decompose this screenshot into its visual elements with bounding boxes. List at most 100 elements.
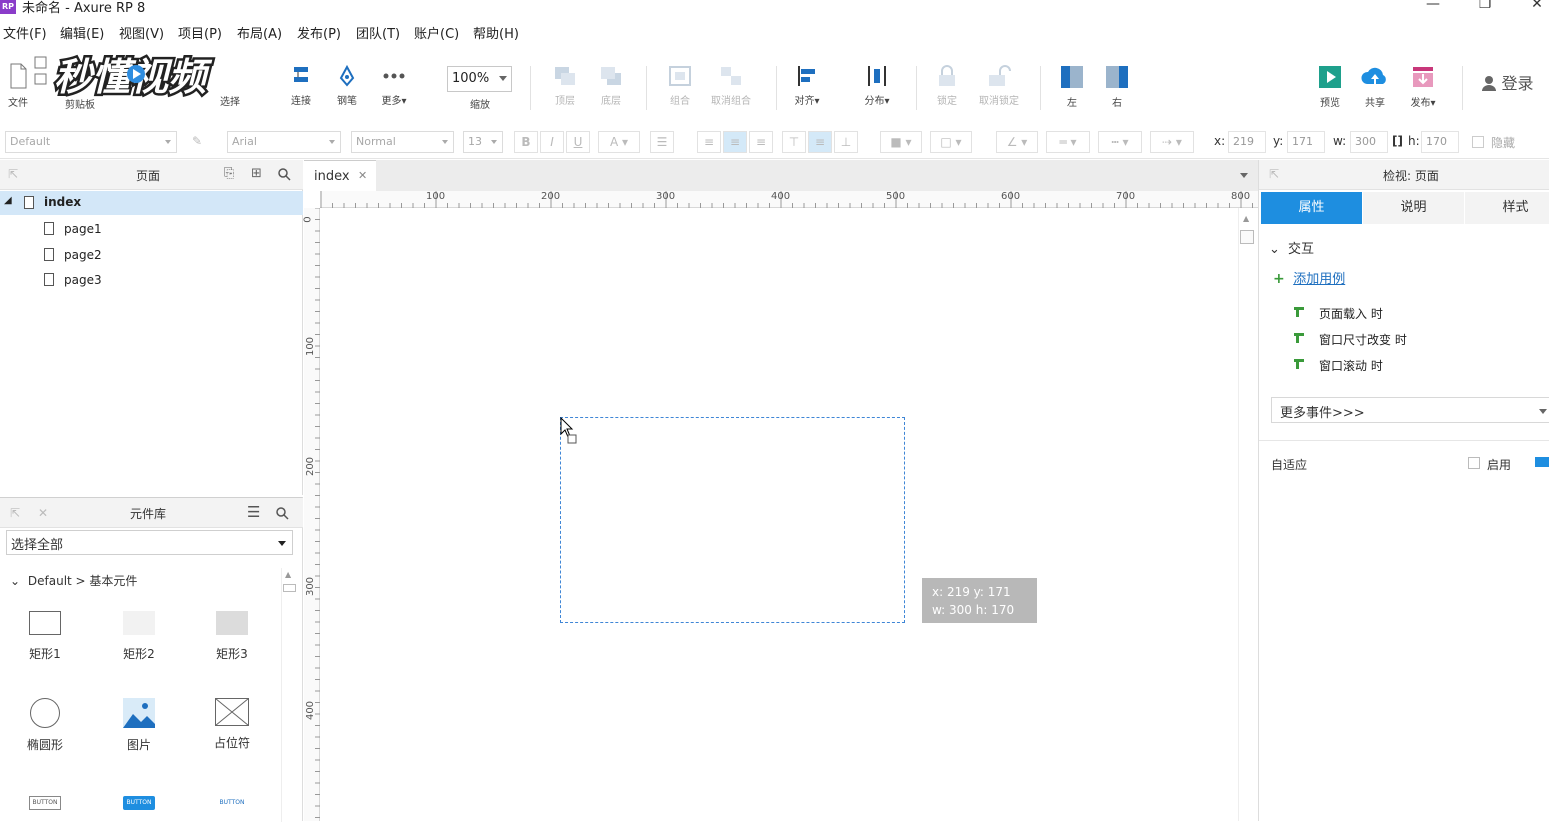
line-width-icon[interactable]: ═ ▾ — [1046, 131, 1090, 153]
zoom-select[interactable]: 100% — [447, 66, 512, 92]
menu-project[interactable]: 项目(P) — [178, 23, 222, 42]
valign-top-icon[interactable]: ⊤ — [782, 131, 806, 153]
fill-color-icon[interactable]: ■ ▾ — [880, 131, 922, 153]
close-tab-icon[interactable]: ✕ — [358, 169, 367, 182]
tab-notes[interactable]: 说明 — [1363, 192, 1464, 224]
align-text-right-icon[interactable]: ≡ — [749, 131, 773, 153]
scroll-up-icon[interactable]: ▲ — [1243, 214, 1249, 223]
menu-account[interactable]: 账户(C) — [414, 23, 459, 42]
arrow-style-icon[interactable]: ⇢ ▾ — [1150, 131, 1194, 153]
drawn-rectangle-widget[interactable] — [560, 417, 905, 623]
file-button[interactable]: 文件 — [6, 62, 30, 109]
close-icon[interactable]: ✕ — [1517, 0, 1549, 14]
widget-primary-button[interactable]: BUTTON — [104, 796, 174, 810]
adaptive-checkbox[interactable] — [1468, 457, 1480, 469]
restore-icon[interactable]: ❐ — [1465, 0, 1505, 14]
tab-properties[interactable]: 属性 — [1261, 192, 1362, 224]
scroll-thumb[interactable] — [1240, 230, 1254, 244]
menu-icon[interactable]: ☰ — [247, 503, 260, 521]
right-button[interactable]: 右 — [1101, 64, 1133, 109]
h-input[interactable]: 170 — [1421, 131, 1459, 153]
adaptive-settings-icon[interactable] — [1535, 457, 1549, 467]
menu-arrange[interactable]: 布局(A) — [237, 23, 282, 42]
send-to-back-button[interactable]: 底层 — [594, 64, 628, 107]
align-button[interactable]: 对齐▾ — [788, 64, 826, 107]
page-item-page1[interactable]: page1 — [0, 217, 303, 241]
shadow-icon[interactable]: □ ▾ — [930, 131, 972, 153]
share-button[interactable]: 共享 — [1359, 64, 1391, 109]
menu-file[interactable]: 文件(F) — [3, 23, 47, 42]
more-events-select[interactable]: 更多事件>>> — [1271, 397, 1549, 423]
collapse-triangle-icon[interactable]: ◢ — [4, 195, 12, 206]
publish-button[interactable]: 发布▾ — [1404, 64, 1442, 109]
add-page-icon[interactable]: ⎘ — [224, 166, 234, 181]
widget-ellipse[interactable]: 椭圆形 — [10, 698, 80, 753]
tab-style[interactable]: 样式 — [1465, 192, 1549, 224]
widget-button[interactable]: BUTTON — [10, 796, 80, 810]
lock-ratio-icon[interactable]: [] — [1392, 134, 1403, 148]
valign-middle-icon[interactable]: ≡ — [808, 131, 832, 153]
search-icon[interactable] — [278, 168, 291, 181]
connect-button[interactable]: 连接 — [286, 64, 316, 107]
underline-button[interactable]: U — [566, 131, 590, 153]
add-folder-icon[interactable]: ⊞ — [251, 166, 262, 181]
menu-publish[interactable]: 发布(P) — [297, 23, 341, 42]
distribute-button[interactable]: 分布▾ — [858, 64, 896, 107]
select-button[interactable]: 选择 — [200, 93, 260, 108]
canvas-scrollbar[interactable]: ▲ — [1238, 208, 1256, 821]
unlock-button[interactable]: 取消锁定 — [974, 64, 1024, 107]
close-icon[interactable]: ✕ — [38, 506, 48, 520]
align-text-left-icon[interactable]: ≡ — [697, 131, 721, 153]
add-case-link[interactable]: + 添加用例 — [1273, 268, 1345, 287]
w-input[interactable]: 300 — [1350, 131, 1388, 153]
library-filter-select[interactable]: 选择全部 — [6, 530, 293, 555]
tab-menu-chevron-icon[interactable] — [1240, 173, 1248, 178]
line-style-icon[interactable]: ┅ ▾ — [1098, 131, 1142, 153]
search-icon[interactable] — [276, 507, 289, 520]
widget-rectangle3[interactable]: 矩形3 — [197, 611, 267, 662]
scroll-thumb[interactable] — [283, 584, 296, 592]
interaction-section-header[interactable]: ⌄ 交互 — [1269, 238, 1314, 257]
font-color-button[interactable]: A ▾ — [598, 131, 640, 153]
page-item-page3[interactable]: page3 — [0, 268, 303, 292]
valign-bottom-icon[interactable]: ⊥ — [834, 131, 858, 153]
login-button[interactable]: 登录 — [1476, 70, 1540, 94]
x-input[interactable]: 219 — [1228, 131, 1266, 153]
menu-edit[interactable]: 编辑(E) — [60, 23, 104, 42]
style-select[interactable]: Default — [5, 131, 177, 153]
lock-button[interactable]: 锁定 — [930, 64, 964, 107]
page-item-index[interactable]: ◢ index — [0, 191, 303, 215]
library-group-header[interactable]: ⌄ Default > 基本元件 — [10, 572, 137, 589]
library-scrollbar[interactable]: ▲ — [281, 568, 297, 822]
design-canvas[interactable]: 100 200 300 400 500 600 700 800 0 100 20… — [303, 191, 1258, 821]
widget-placeholder[interactable]: 占位符 — [197, 698, 267, 751]
group-button[interactable]: 组合 — [663, 64, 697, 107]
bullet-list-icon[interactable]: ☰ — [650, 131, 674, 153]
event-window-resize[interactable]: 窗口尺寸改变 时 — [1294, 331, 1407, 348]
hidden-checkbox[interactable] — [1472, 136, 1484, 148]
save-icon[interactable] — [33, 56, 49, 89]
widget-link-button[interactable]: BUTTON — [197, 796, 267, 810]
menu-team[interactable]: 团队(T) — [356, 23, 400, 42]
font-size-select[interactable]: 13 — [463, 131, 503, 153]
event-window-scroll[interactable]: 窗口滚动 时 — [1294, 357, 1383, 374]
menu-help[interactable]: 帮助(H) — [473, 23, 519, 42]
minimize-icon[interactable]: — — [1413, 0, 1453, 14]
event-page-load[interactable]: 页面载入 时 — [1294, 305, 1383, 322]
collapse-icon[interactable]: ⇱ — [10, 506, 20, 520]
menu-view[interactable]: 视图(V) — [119, 23, 164, 42]
collapse-icon[interactable]: ⇱ — [8, 167, 18, 181]
bold-button[interactable]: B — [514, 131, 538, 153]
italic-button[interactable]: I — [540, 131, 564, 153]
collapse-icon[interactable]: ⇱ — [1269, 167, 1279, 181]
page-item-page2[interactable]: page2 — [0, 243, 303, 267]
widget-rectangle2[interactable]: 矩形2 — [104, 611, 174, 662]
line-color-icon[interactable]: ∠ ▾ — [996, 131, 1038, 153]
more-button[interactable]: 更多▾ — [376, 64, 412, 107]
tab-index[interactable]: index ✕ — [304, 160, 376, 191]
y-input[interactable]: 171 — [1287, 131, 1325, 153]
ungroup-button[interactable]: 取消组合 — [704, 64, 758, 107]
weight-select[interactable]: Normal — [351, 131, 454, 153]
preview-button[interactable]: 预览 — [1314, 64, 1346, 109]
pen-button[interactable]: 钢笔 — [332, 64, 362, 107]
